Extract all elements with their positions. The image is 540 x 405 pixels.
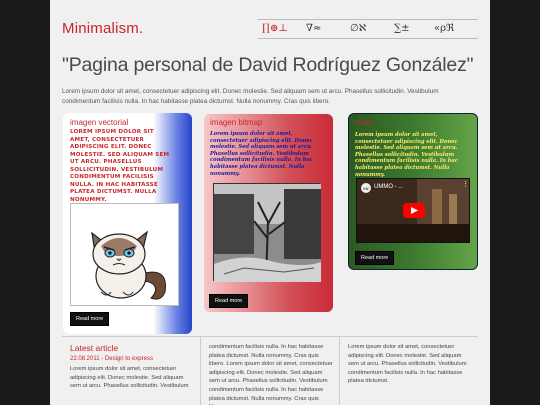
latest-article-date[interactable]: 22.08.2011 - Design to express xyxy=(70,356,153,362)
footer: Latest article 22.08.2011 - Design to ex… xyxy=(62,336,478,405)
card-video: video Lorem ipsum dolor sit amet, consec… xyxy=(348,113,478,270)
cat-illustration xyxy=(91,230,166,300)
card-text: Lorem ipsum dolor sit amet, consectetuer… xyxy=(70,129,170,203)
grumpy-cat-image xyxy=(70,203,179,306)
card-title[interactable]: imagen bitmap xyxy=(210,118,262,127)
video-title[interactable]: UMMO - ... xyxy=(374,184,403,190)
more-options-icon[interactable]: ⋮ xyxy=(462,181,469,193)
park-photo-image xyxy=(213,183,321,283)
video-player[interactable]: vw UMMO - ... ⋮ xyxy=(356,178,470,243)
nav-item-1[interactable]: ∏⊕⊥ xyxy=(262,23,288,34)
park-photo xyxy=(214,184,321,283)
footer-col-3: Lorem ipsum dolor sit amet, consectetuer… xyxy=(339,337,478,405)
read-more-button[interactable]: Read more xyxy=(70,312,110,326)
nav-item-4[interactable]: ∑± xyxy=(394,23,410,34)
read-more-button[interactable]: Read more xyxy=(355,251,395,265)
read-more-button[interactable]: Read more xyxy=(209,294,249,308)
footer-text-2: condimentum facilisis nulla. In hac habi… xyxy=(209,344,333,405)
footer-col-2: condimentum facilisis nulla. In hac habi… xyxy=(200,337,339,405)
card-vector: imagen vectorial Lorem ipsum dolor sit a… xyxy=(63,113,192,334)
nav-item-5[interactable]: «ρℜ xyxy=(434,23,454,34)
latest-article-text: Lorem ipsum dolor sit amet, consectetuer… xyxy=(70,366,189,390)
svg-text:vw: vw xyxy=(363,186,369,191)
header: Minimalism. ∏⊕⊥ ∇≈ ∅ℵ ∑± «ρℜ xyxy=(62,19,478,39)
page: Minimalism. ∏⊕⊥ ∇≈ ∅ℵ ∑± «ρℜ "Pagina per… xyxy=(50,0,490,405)
footer-col-latest: Latest article 22.08.2011 - Design to ex… xyxy=(62,337,200,405)
card-bitmap: imagen bitmap Lorem ipsum dolor sit amet… xyxy=(204,114,333,312)
card-text: Lorem ipsum dolor sit amet, consectetuer… xyxy=(210,131,314,177)
page-title: "Pagina personal de David Rodríguez Gonz… xyxy=(62,54,474,76)
footer-text-3: Lorem ipsum dolor sit amet, consectetuer… xyxy=(348,344,467,385)
card-text: Lorem ipsum dolor sit amet, consectetuer… xyxy=(355,132,459,178)
card-title[interactable]: video xyxy=(355,118,374,127)
latest-article-title: Latest article xyxy=(70,343,119,353)
card-title[interactable]: imagen vectorial xyxy=(70,118,128,127)
site-logo[interactable]: Minimalism. xyxy=(62,20,143,37)
nav-item-2[interactable]: ∇≈ xyxy=(306,23,321,34)
intro-text: Lorem ipsum dolor sit amet, consectetuer… xyxy=(62,88,439,105)
nav-item-3[interactable]: ∅ℵ xyxy=(350,23,366,34)
main-nav: ∏⊕⊥ ∇≈ ∅ℵ ∑± «ρℜ xyxy=(258,19,478,39)
